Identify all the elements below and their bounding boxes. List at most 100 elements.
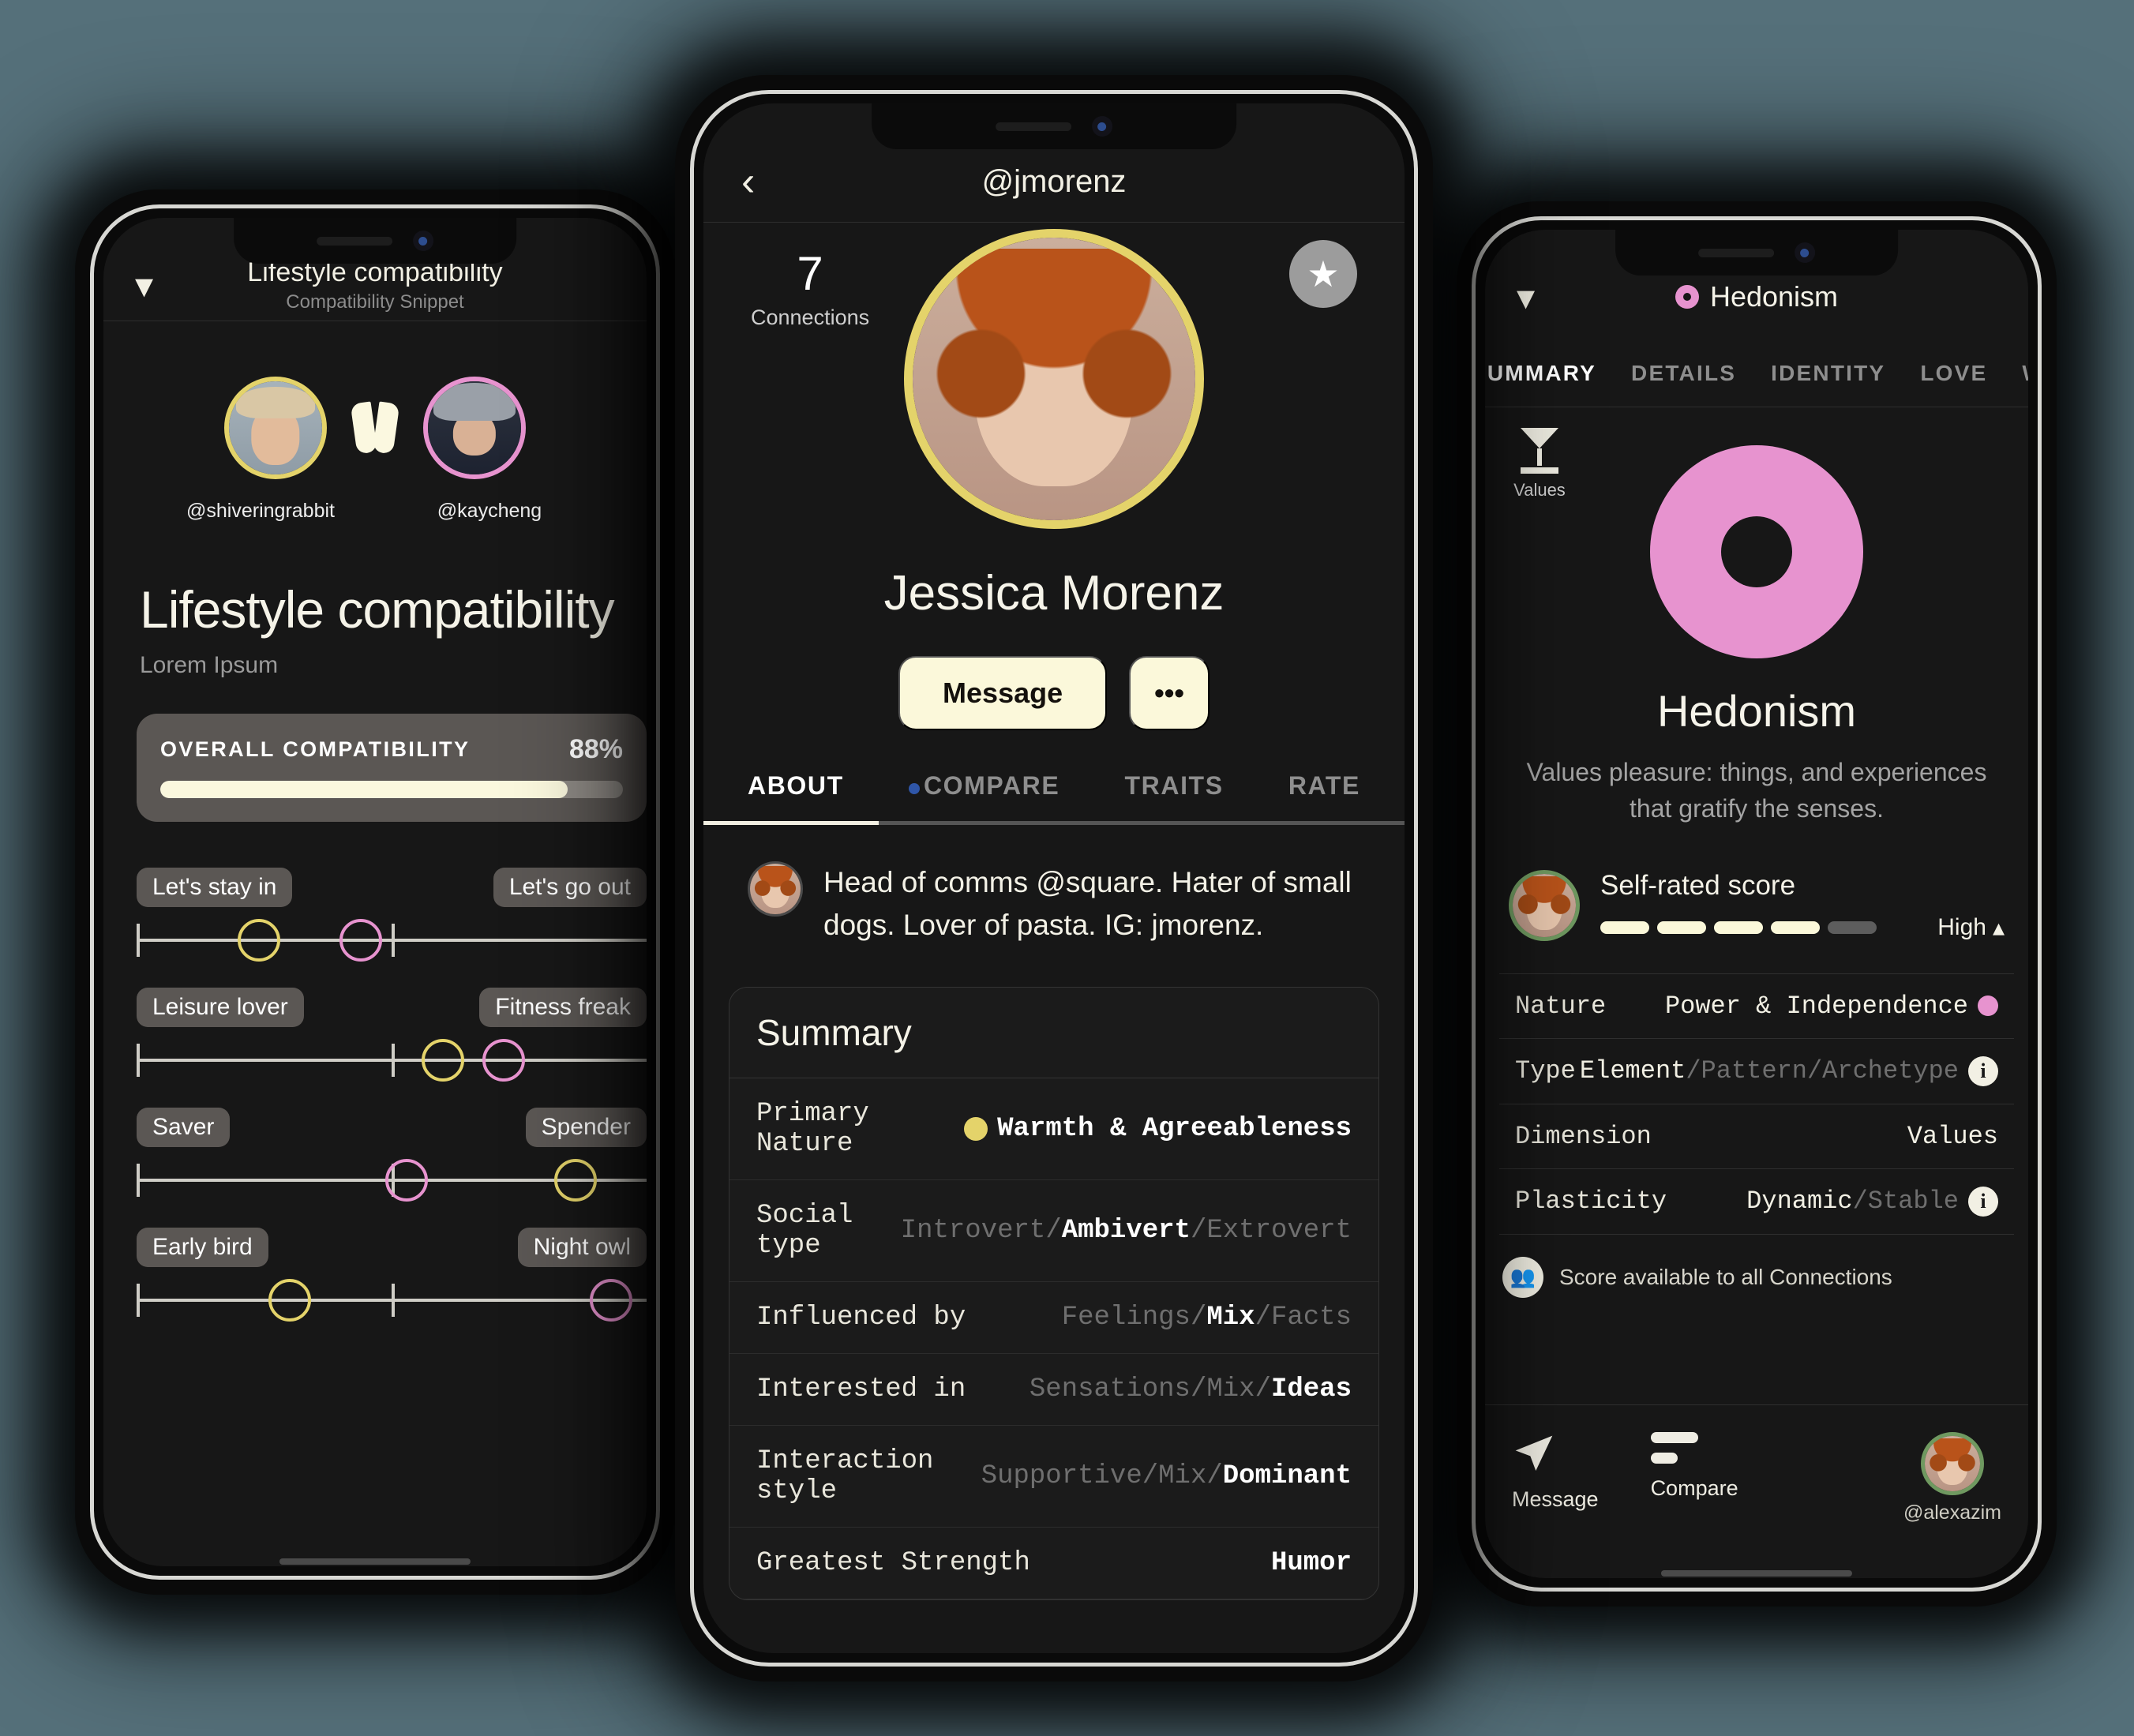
- values-dimension-badge[interactable]: Values: [1496, 428, 1583, 501]
- avatar-shiveringrabbit[interactable]: [224, 377, 327, 479]
- summary-row-value: Feelings/Mix/Facts: [1062, 1303, 1352, 1333]
- connections-stat[interactable]: 7 Connections: [751, 246, 869, 330]
- screenshot-stage: ▾ Lifestyle compatibility Compatibility …: [0, 0, 2134, 1736]
- info-icon[interactable]: i: [1968, 1186, 1998, 1217]
- value-parts: Warmth & Agreeableness: [997, 1114, 1352, 1144]
- summary-row-value: Humor: [1271, 1548, 1352, 1578]
- slider-marker-pink[interactable]: [589, 1279, 632, 1322]
- slider-track[interactable]: [137, 1159, 647, 1202]
- star-icon[interactable]: ★: [1289, 240, 1357, 308]
- tab-compare[interactable]: COMPARE: [908, 771, 1060, 801]
- info-icon[interactable]: i: [1968, 1055, 1998, 1086]
- page-title: Lifestyle compatibility: [140, 580, 615, 639]
- self-rated-score-bars[interactable]: High ▴: [1600, 914, 2005, 942]
- slider-marker-pink[interactable]: [482, 1039, 526, 1082]
- value-option: Feelings: [1061, 1303, 1191, 1333]
- speaker-icon: [317, 236, 392, 246]
- summary-row-value: Supportive/Mix/Dominant: [981, 1461, 1352, 1491]
- score-visibility-note: 👥 Score available to all Connections: [1485, 1235, 2028, 1298]
- bottom-action-compare[interactable]: Compare: [1650, 1432, 1738, 1501]
- tab-love[interactable]: LOVE: [1920, 361, 1987, 386]
- front-camera-icon: [413, 231, 433, 251]
- score-bar: [1600, 921, 1649, 935]
- value-text: Power & Independence: [1664, 991, 1968, 1021]
- slider-track[interactable]: [137, 1039, 647, 1082]
- slider-marker-yellow[interactable]: [553, 1159, 597, 1202]
- slider-marker-pink[interactable]: [339, 919, 383, 962]
- slider-tick-start: [137, 1164, 140, 1197]
- overall-compatibility-track: [160, 781, 623, 798]
- tab-traits[interactable]: TRAITS: [1125, 771, 1224, 801]
- summary-row: Interaction style Supportive/Mix/Dominant: [729, 1426, 1378, 1528]
- avatar-kaycheng[interactable]: [423, 377, 526, 479]
- overall-compatibility-value: 88%: [568, 734, 623, 764]
- slider-list: Let's stay in Let's go out Leisure lover Fi…: [103, 868, 647, 1322]
- tab-about[interactable]: ABOUT: [748, 771, 844, 801]
- summary-row: Greatest Strength Humor: [729, 1528, 1378, 1600]
- values-dimension-label: Values: [1513, 480, 1566, 500]
- value-parts: Humor: [1271, 1548, 1352, 1578]
- phone-left: ▾ Lifestyle compatibility Compatibility …: [75, 189, 675, 1595]
- slider-track[interactable]: [137, 1279, 647, 1322]
- separator: /: [1686, 1056, 1701, 1086]
- phone-right-screen: ▾ Hedonism SUMMARYDETAILSIDENTITYLOVEWOR…: [1485, 230, 2028, 1578]
- speaker-icon: [996, 122, 1071, 131]
- more-options-button[interactable]: •••: [1129, 656, 1210, 730]
- trait-title: Hedonism: [1656, 686, 1857, 736]
- attribute-value: Power & Independence: [1665, 992, 1998, 1021]
- slider-marker-yellow[interactable]: [238, 919, 281, 962]
- attribute-row: Type Element/Pattern/Archetype i: [1499, 1039, 2014, 1104]
- slider-label-right: Spender: [525, 1108, 647, 1147]
- slider-track[interactable]: [137, 919, 647, 962]
- attribute-value: Element/Pattern/Archetype i: [1580, 1055, 1998, 1086]
- bottom-action-message-label: Message: [1512, 1487, 1599, 1511]
- self-rated-score-level[interactable]: High ▴: [1937, 914, 2005, 942]
- trait-description: Values pleasure: things, and experiences…: [1526, 758, 1987, 823]
- slider-tick-mid: [392, 1044, 395, 1077]
- slider-marker-yellow[interactable]: [421, 1039, 464, 1082]
- right-nav-title: Hedonism: [1709, 280, 1839, 313]
- tab-identity[interactable]: IDENTITY: [1771, 361, 1885, 386]
- front-camera-icon: [1795, 242, 1815, 263]
- donut-icon: [1675, 285, 1699, 309]
- tab-details[interactable]: DETAILS: [1631, 361, 1736, 386]
- compat-pair: [103, 377, 647, 479]
- handle-right: @kaycheng: [437, 500, 542, 522]
- phone-left-screen: ▾ Lifestyle compatibility Compatibility …: [103, 218, 647, 1566]
- avatar-self[interactable]: [1509, 870, 1580, 942]
- avatar-jmorenz[interactable]: [904, 229, 1204, 529]
- tab-work[interactable]: WORK: [2022, 361, 2028, 386]
- attribute-value: Dynamic/Stable i: [1746, 1186, 1998, 1217]
- score-bar: [1657, 921, 1706, 935]
- avatar-alexazim[interactable]: [1920, 1432, 1984, 1495]
- slider-marker-pink[interactable]: [385, 1159, 429, 1202]
- slider-marker-yellow[interactable]: [268, 1279, 311, 1322]
- attribute-row: Nature Power & Independence: [1499, 974, 2014, 1039]
- value-selected: Dominant: [1222, 1461, 1352, 1492]
- summary-row-value: Sensations/Mix/Ideas: [1029, 1374, 1352, 1404]
- overall-compatibility-fill: [160, 781, 568, 798]
- message-button[interactable]: Message: [898, 656, 1108, 730]
- bottom-action-message[interactable]: Message: [1512, 1432, 1599, 1512]
- slider-tick-mid: [392, 1284, 395, 1317]
- tab-label: COMPARE: [923, 771, 1060, 800]
- nature-color-dot: [1978, 995, 1998, 1017]
- tab-rate[interactable]: RATE: [1288, 771, 1360, 801]
- handle-left: @shiveringrabbit: [186, 500, 335, 522]
- tab-label: ABOUT: [748, 771, 844, 800]
- slider-row: Early bird Night owl: [137, 1228, 647, 1322]
- notch: [872, 103, 1236, 149]
- page-subtitle: Lorem Ipsum: [140, 652, 279, 678]
- value-option: Archetype: [1822, 1056, 1959, 1086]
- slider-label-right: Night owl: [517, 1228, 647, 1267]
- tab-summary[interactable]: SUMMARY: [1485, 361, 1596, 386]
- slider-label-left: Leisure lover: [137, 988, 304, 1027]
- chevron-down-icon[interactable]: ▾: [135, 267, 153, 303]
- phone-right: ▾ Hedonism SUMMARYDETAILSIDENTITYLOVEWOR…: [1457, 201, 2057, 1607]
- left-nav-title-block: Lifestyle compatibility Compatibility Sn…: [103, 257, 647, 313]
- attribute-key: Plasticity: [1515, 1187, 1667, 1217]
- slider-row: Leisure lover Fitness freak: [137, 988, 647, 1082]
- people-icon: 👥: [1502, 1256, 1543, 1298]
- current-user[interactable]: @alexazim: [1903, 1432, 2001, 1524]
- chevron-up-icon: ▴: [1992, 914, 2005, 941]
